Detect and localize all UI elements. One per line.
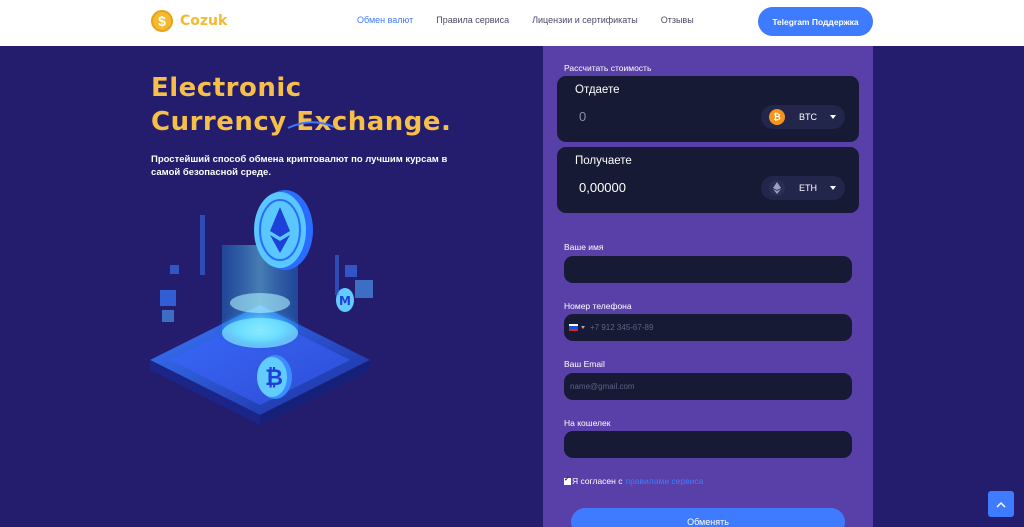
nav-item-reviews[interactable]: Отзывы — [661, 15, 694, 25]
get-coin-name: ETH — [799, 183, 817, 193]
wallet-label: На кошелек — [564, 418, 611, 428]
nav-item-licenses[interactable]: Лицензии и сертификаты — [532, 15, 638, 25]
chevron-up-icon — [996, 501, 1006, 508]
name-input[interactable] — [564, 256, 852, 283]
rules-link[interactable]: правилами сервиса — [625, 476, 703, 486]
email-label: Ваш Email — [564, 359, 605, 369]
calc-label: Рассчитать стоимость — [564, 63, 652, 73]
logo[interactable]: $ Cozuk — [151, 10, 227, 32]
hero-title-line1: Electronic — [151, 73, 302, 103]
get-title: Получаете — [575, 155, 632, 167]
agree-checkbox[interactable] — [564, 475, 571, 485]
hero-subtitle: Простейший способ обмена криптовалют по … — [151, 154, 448, 178]
telegram-support-button[interactable]: Telegram Поддержка — [758, 7, 873, 36]
site-header: $ Cozuk Обмен валют Правила сервиса Лице… — [0, 0, 1024, 46]
bitcoin-icon: ₿ — [769, 109, 785, 125]
agree-text: Я согласен с — [572, 476, 623, 486]
get-box: Получаете 0,00000 ETH — [557, 147, 859, 213]
crypto-illustration: ₿ M — [150, 190, 373, 425]
wallet-input[interactable] — [564, 431, 852, 458]
nav-item-rules[interactable]: Правила сервиса — [436, 15, 509, 25]
ethereum-icon — [769, 180, 785, 196]
get-coin-select[interactable]: ETH — [761, 176, 845, 200]
name-label: Ваше имя — [564, 242, 604, 252]
give-box: Отдаете 0 ₿ BTC — [557, 76, 859, 142]
give-amount-input[interactable]: 0 — [579, 109, 586, 124]
give-coin-name: BTC — [799, 112, 817, 122]
main-nav: Обмен валют Правила сервиса Лицензии и с… — [357, 15, 717, 25]
chevron-down-icon — [830, 115, 836, 119]
get-amount-value: 0,00000 — [579, 180, 626, 195]
svg-text:M: M — [339, 294, 351, 308]
logo-text: Cozuk — [180, 13, 228, 29]
agree-row: Я согласен с правилами сервиса — [564, 475, 703, 486]
email-input[interactable] — [564, 373, 852, 400]
russia-flag-icon[interactable] — [569, 324, 578, 331]
scroll-to-top-button[interactable] — [988, 491, 1014, 517]
dollar-coin-icon: $ — [151, 10, 173, 32]
give-title: Отдаете — [575, 84, 620, 96]
phone-field[interactable] — [564, 314, 852, 341]
phone-input[interactable] — [585, 323, 852, 332]
give-coin-select[interactable]: ₿ BTC — [761, 105, 845, 129]
phone-label: Номер телефона — [564, 301, 632, 311]
exchange-submit-button[interactable]: Обменять — [571, 508, 845, 527]
swoosh-decoration — [287, 121, 335, 129]
chevron-down-icon — [830, 186, 836, 190]
svg-text:₿: ₿ — [265, 366, 283, 391]
nav-item-exchange[interactable]: Обмен валют — [357, 15, 413, 25]
